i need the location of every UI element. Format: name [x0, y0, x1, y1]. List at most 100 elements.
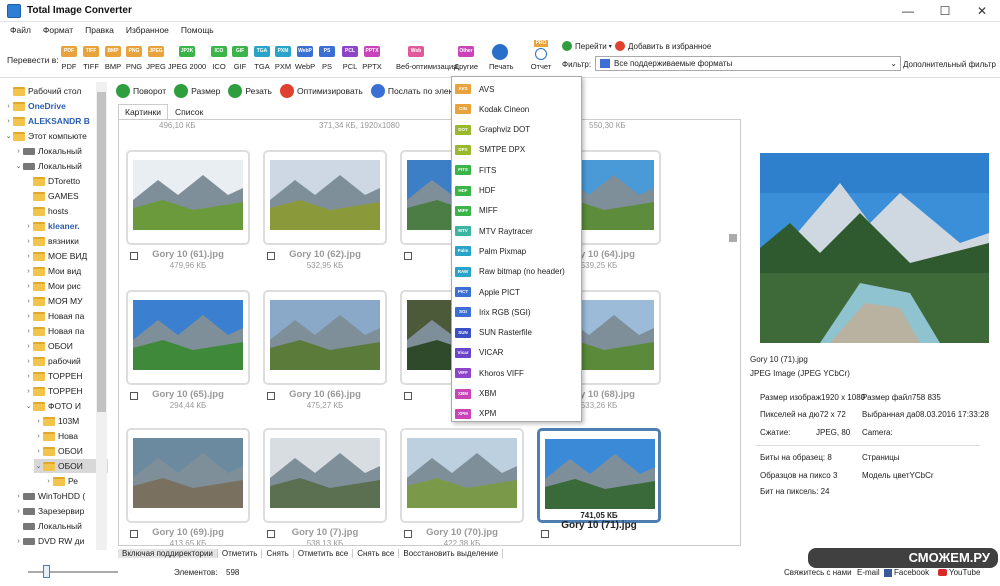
add-favorites-button[interactable]: Добавить в избранное: [615, 41, 711, 51]
tree-scroll-thumb[interactable]: [97, 92, 106, 412]
tree-item[interactable]: › Зарезервир: [14, 504, 84, 518]
print-button[interactable]: Печать: [489, 44, 514, 71]
tree-item[interactable]: › Локальный: [14, 144, 82, 158]
gallery-scrollbar[interactable]: [726, 120, 740, 544]
format-menu-item[interactable]: XPM XPM: [452, 404, 581, 424]
format-menu-item[interactable]: SGI Irix RGB (SGI): [452, 302, 581, 322]
selection-button[interactable]: Восстановить выделение: [399, 548, 504, 558]
expand-chevron-icon[interactable]: ›: [24, 223, 33, 230]
tree-item[interactable]: › 103М: [34, 414, 79, 428]
tree-item[interactable]: ⌄ ФОТО И: [24, 399, 81, 413]
format-button-jpeg[interactable]: JPEG JPEG: [146, 46, 166, 71]
format-button-другие[interactable]: Other Другие: [454, 46, 478, 71]
tree-item[interactable]: › вязники: [24, 234, 79, 248]
gallery-scroll-thumb[interactable]: [729, 234, 737, 242]
thumbnail-card[interactable]: [400, 428, 524, 523]
tree-item[interactable]: › ТОРРЕН: [24, 369, 82, 383]
expand-chevron-icon[interactable]: ›: [24, 253, 33, 260]
tree-item[interactable]: › рабочий: [24, 354, 80, 368]
tree-scrollbar[interactable]: [96, 82, 107, 550]
expand-chevron-icon[interactable]: ›: [34, 448, 43, 455]
format-menu-item[interactable]: SUN SUN Rasterfile: [452, 323, 581, 343]
tree-item[interactable]: › Новая па: [24, 309, 84, 323]
expand-chevron-icon[interactable]: ⌄: [34, 462, 43, 470]
thumbnail-card[interactable]: [126, 290, 250, 385]
tree-item[interactable]: DToretto: [24, 174, 80, 188]
thumbnail-card[interactable]: [263, 150, 387, 245]
menu-favorites[interactable]: Избранное: [126, 25, 169, 35]
expand-chevron-icon[interactable]: ›: [34, 418, 43, 425]
expand-chevron-icon[interactable]: ›: [4, 118, 13, 125]
expand-chevron-icon[interactable]: ›: [24, 313, 33, 320]
tree-item[interactable]: › ТОРРЕН: [24, 384, 82, 398]
thumbnail-card[interactable]: [126, 428, 250, 523]
format-menu-item[interactable]: Palm Palm Pixmap: [452, 241, 581, 261]
tree-item[interactable]: › МОЕ ВИД: [24, 249, 87, 263]
format-menu-item[interactable]: FITS FITS: [452, 160, 581, 180]
action-button[interactable]: Поворот: [116, 84, 166, 98]
thumbnail-card[interactable]: [537, 428, 661, 523]
tree-item[interactable]: › МОЯ МУ: [24, 294, 82, 308]
expand-chevron-icon[interactable]: ⌄: [4, 132, 13, 140]
tree-item[interactable]: GAMES: [24, 189, 79, 203]
close-button[interactable]: ✕: [964, 0, 1000, 22]
menu-file[interactable]: Файл: [10, 25, 31, 35]
youtube-link[interactable]: YouTube: [938, 568, 980, 577]
tree-item[interactable]: › WinToHDD (: [14, 489, 85, 503]
expand-chevron-icon[interactable]: ›: [24, 268, 33, 275]
tree-item[interactable]: › Ре: [44, 474, 78, 488]
expand-chevron-icon[interactable]: ›: [4, 103, 13, 110]
expand-chevron-icon[interactable]: ›: [24, 373, 33, 380]
tree-item[interactable]: hosts: [24, 204, 68, 218]
tree-item[interactable]: Локальный: [14, 519, 82, 533]
expand-chevron-icon[interactable]: ›: [44, 478, 53, 485]
expand-chevron-icon[interactable]: ›: [34, 433, 43, 440]
goto-button[interactable]: Перейти ▾: [562, 41, 612, 51]
expand-chevron-icon[interactable]: ›: [14, 148, 23, 155]
tree-item[interactable]: › Мои рис: [24, 279, 80, 293]
tree-item[interactable]: › Мои вид: [24, 264, 81, 278]
expand-chevron-icon[interactable]: ›: [14, 493, 23, 500]
tree-item[interactable]: › Нова: [34, 429, 78, 443]
selection-button[interactable]: Снять все: [353, 548, 400, 558]
zoom-slider[interactable]: [28, 571, 118, 573]
expand-chevron-icon[interactable]: ⌄: [24, 402, 33, 410]
expand-chevron-icon[interactable]: ›: [14, 538, 23, 545]
thumbnail-card[interactable]: [263, 290, 387, 385]
tree-item[interactable]: › ОБОИ: [34, 444, 83, 458]
selection-button[interactable]: Включая поддиректории: [118, 548, 218, 558]
expand-chevron-icon[interactable]: ›: [24, 343, 33, 350]
expand-chevron-icon[interactable]: ›: [24, 238, 33, 245]
action-button[interactable]: Резать: [228, 84, 272, 98]
tree-item[interactable]: ⌄ Локальный: [14, 159, 82, 173]
format-menu-item[interactable]: MTV MTV Raytracer: [452, 221, 581, 241]
thumbnail-checkbox[interactable]: [541, 530, 549, 538]
menu-help[interactable]: Помощь: [181, 25, 214, 35]
format-menu-item[interactable]: VIFF Khoros VIFF: [452, 363, 581, 383]
selection-button[interactable]: Отметить все: [294, 548, 354, 558]
tab-list[interactable]: Список: [168, 104, 210, 120]
expand-chevron-icon[interactable]: ›: [14, 508, 23, 515]
maximize-button[interactable]: ☐: [927, 0, 963, 22]
format-menu-item[interactable]: AVS AVS: [452, 79, 581, 99]
expand-chevron-icon[interactable]: ⌄: [14, 162, 23, 170]
extra-filter-link[interactable]: Дополнительный фильтр: [903, 60, 996, 69]
format-menu-item[interactable]: Vicar VICAR: [452, 343, 581, 363]
format-button-веб-оптимизация[interactable]: Web Веб-оптимизация: [396, 46, 457, 71]
format-menu-item[interactable]: DPX SMTPE DPX: [452, 140, 581, 160]
tree-item[interactable]: › ОБОИ: [24, 339, 73, 353]
selection-button[interactable]: Снять: [262, 548, 294, 558]
format-button-jpeg-2000[interactable]: JP2K JPEG 2000: [168, 46, 206, 71]
format-menu-item[interactable]: XBM XBM: [452, 384, 581, 404]
format-menu-item[interactable]: DOT Graphviz DOT: [452, 120, 581, 140]
selection-button[interactable]: Отметить: [218, 548, 263, 558]
facebook-link[interactable]: Facebook: [884, 568, 929, 577]
tree-item[interactable]: › kleaner.: [24, 219, 79, 233]
email-link[interactable]: E-mail: [857, 568, 880, 577]
menu-format[interactable]: Формат: [43, 25, 73, 35]
format-menu-item[interactable]: PICT Apple PICT: [452, 282, 581, 302]
minimize-button[interactable]: —: [890, 0, 926, 22]
expand-chevron-icon[interactable]: ›: [24, 358, 33, 365]
expand-chevron-icon[interactable]: ›: [24, 298, 33, 305]
menu-edit[interactable]: Правка: [85, 25, 114, 35]
